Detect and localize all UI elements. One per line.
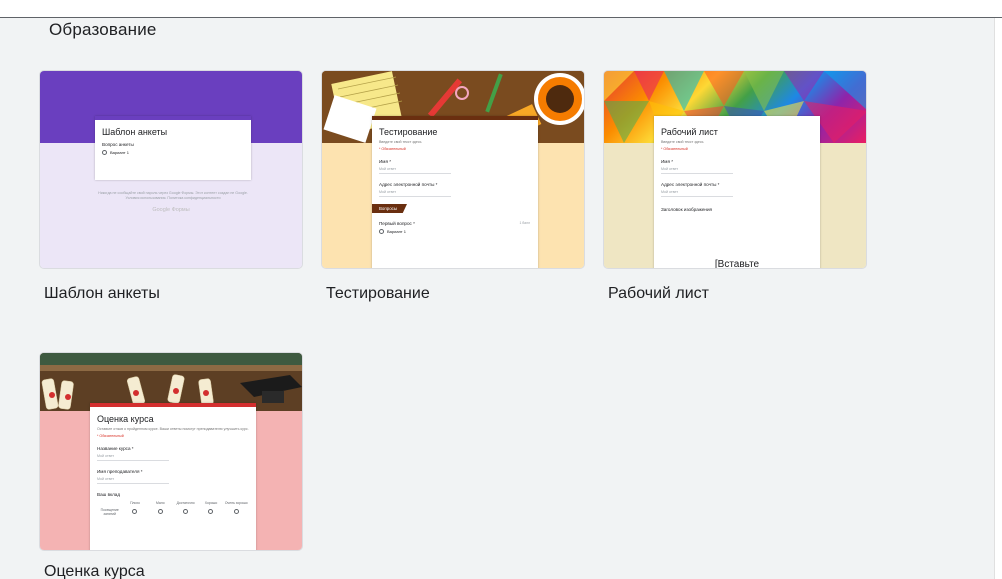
radio-circle-icon xyxy=(233,509,239,514)
top-bar xyxy=(0,0,1002,18)
scrollbar-track[interactable] xyxy=(994,18,1002,579)
form-preview: Оценка курса Оставьте отзыв о пройденном… xyxy=(90,403,256,550)
grid-column-label: Плохо xyxy=(130,501,140,505)
template-card-quiz[interactable]: Тестирование Введите свой текст здесь * … xyxy=(321,70,585,269)
preview-description: Оставьте отзыв о пройденном курсе. Ваши … xyxy=(97,427,249,431)
preview-answer: Мой ответ xyxy=(379,187,451,197)
preview-grid-header: Плохо Мало Достаточно Хорошо Очень хорош… xyxy=(90,497,256,505)
radio-circle-icon xyxy=(157,509,163,514)
grid-column-label: Достаточно xyxy=(176,501,195,505)
template-label-course-evaluation[interactable]: Оценка курса xyxy=(44,563,145,579)
grid-column-label: Очень хорошо xyxy=(224,501,248,505)
preview-answer: Мой ответ xyxy=(97,451,169,461)
form-preview: Шаблон анкеты Вопрос анкеты Вариант 1 xyxy=(95,116,251,180)
template-label-worksheet[interactable]: Рабочий лист xyxy=(608,285,709,303)
preview-question-course: Название курса * xyxy=(97,446,134,451)
preview-section-header: Вопросы xyxy=(372,204,407,213)
grid-column-label: Хорошо xyxy=(204,501,218,505)
preview-title: Оценка курса xyxy=(97,414,154,424)
radio-circle-icon xyxy=(132,509,138,514)
preview-title: Рабочий лист xyxy=(661,127,718,137)
form-preview: Тестирование Введите свой текст здесь * … xyxy=(372,116,538,268)
preview-answer: Мой ответ xyxy=(661,187,733,197)
preview-question-email: Адрес электронной почты * xyxy=(379,182,438,187)
preview-required-note: * Обязательный xyxy=(661,147,688,151)
preview-answer: Мой ответ xyxy=(661,164,733,174)
radio-circle-icon xyxy=(379,229,384,234)
preview-question-email: Адрес электронной почты * xyxy=(661,182,720,187)
preview-grid-row: Посещение занятий xyxy=(90,505,256,516)
preview-radio-option: Вариант 1 xyxy=(379,229,531,234)
form-preview: Рабочий лист Введите свой текст здесь * … xyxy=(654,116,820,269)
google-forms-brand: Google Формы xyxy=(152,207,190,213)
radio-circle-icon xyxy=(208,509,214,514)
preview-question-first: Первый вопрос * xyxy=(379,221,415,226)
preview-insert-placeholder: [Вставьте xyxy=(714,259,760,269)
template-label-quiz[interactable]: Тестирование xyxy=(326,285,430,303)
preview-required-note: * Обязательный xyxy=(379,147,406,151)
grid-row-label: Посещение занятий xyxy=(100,508,119,516)
preview-footer: Никогда не сообщайте свой пароль через G… xyxy=(98,191,248,200)
template-label-survey[interactable]: Шаблон анкеты xyxy=(44,285,160,303)
preview-required-note: * Обязательный xyxy=(97,434,124,438)
preview-title: Шаблон анкеты xyxy=(102,127,168,137)
radio-circle-icon xyxy=(102,150,107,155)
template-card-worksheet[interactable]: Рабочий лист Введите свой текст здесь * … xyxy=(603,70,867,269)
preview-question-teacher: Имя преподавателя * xyxy=(97,469,143,474)
preview-radio-option: Вариант 1 xyxy=(102,150,244,155)
preview-points: 1 балл xyxy=(519,221,530,225)
template-card-course-evaluation[interactable]: Оценка курса Оставьте отзыв о пройденном… xyxy=(39,352,303,551)
radio-circle-icon xyxy=(183,509,189,514)
preview-answer: Мой ответ xyxy=(97,474,169,484)
grid-column-label: Мало xyxy=(155,501,165,505)
template-card-survey[interactable]: Шаблон анкеты Вопрос анкеты Вариант 1 Ни… xyxy=(39,70,303,269)
section-title: Образование xyxy=(49,20,157,39)
preview-image-title: Заголовок изображения xyxy=(661,207,713,212)
preview-question: Вопрос анкеты xyxy=(102,142,134,147)
preview-answer: Мой ответ xyxy=(379,164,451,174)
preview-title: Тестирование xyxy=(379,127,438,137)
